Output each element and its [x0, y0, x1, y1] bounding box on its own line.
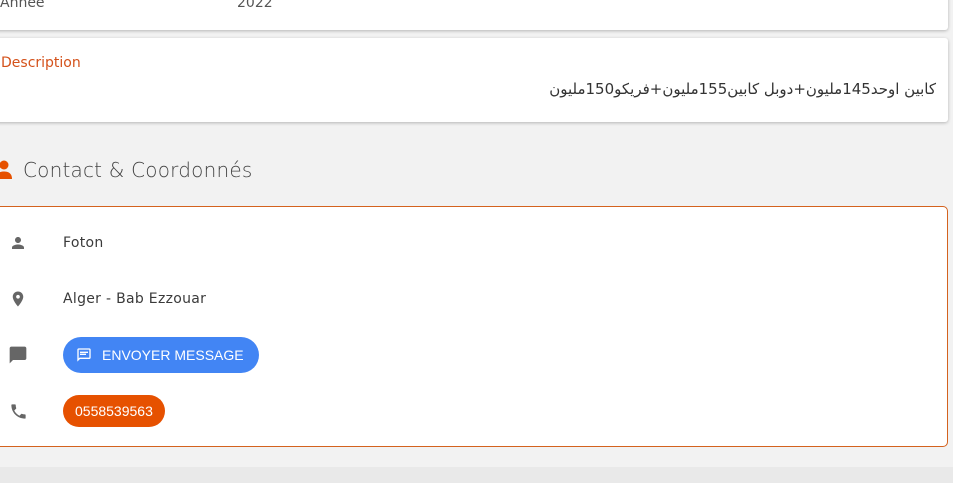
next-section-edge	[0, 467, 953, 483]
description-label: Description	[1, 55, 81, 71]
details-card: Année 2022	[0, 0, 948, 30]
description-card: Description كابين اوحد145مليون+دوبل كابي…	[0, 38, 948, 122]
send-message-button[interactable]: ENVOYER MESSAGE	[63, 337, 259, 373]
contact-name: Foton	[63, 235, 104, 251]
contact-section-header: Contact & Coordonnés	[0, 156, 252, 184]
person-icon	[7, 232, 29, 254]
person-icon	[0, 160, 12, 179]
contact-message-row: ENVOYER MESSAGE	[0, 335, 947, 375]
message-icon	[77, 348, 91, 362]
contact-phone-row: 0558539563	[0, 391, 947, 431]
phone-icon	[7, 400, 29, 422]
contact-location-row: Alger - Bab Ezzouar	[0, 279, 947, 319]
send-message-label: ENVOYER MESSAGE	[102, 347, 244, 363]
phone-number: 0558539563	[75, 403, 153, 419]
location-pin-icon	[7, 288, 29, 310]
contact-name-row: Foton	[0, 223, 947, 263]
chat-icon	[7, 344, 29, 366]
contact-card: Foton Alger - Bab Ezzouar ENVOYER MESSAG…	[0, 206, 948, 447]
contact-location: Alger - Bab Ezzouar	[63, 291, 207, 307]
description-text: كابين اوحد145مليون+دوبل كابين155مليون+فر…	[549, 80, 936, 98]
contact-section-title: Contact & Coordonnés	[23, 158, 253, 182]
year-value: 2022	[237, 0, 273, 11]
year-label: Année	[0, 0, 45, 11]
phone-number-button[interactable]: 0558539563	[63, 395, 165, 427]
